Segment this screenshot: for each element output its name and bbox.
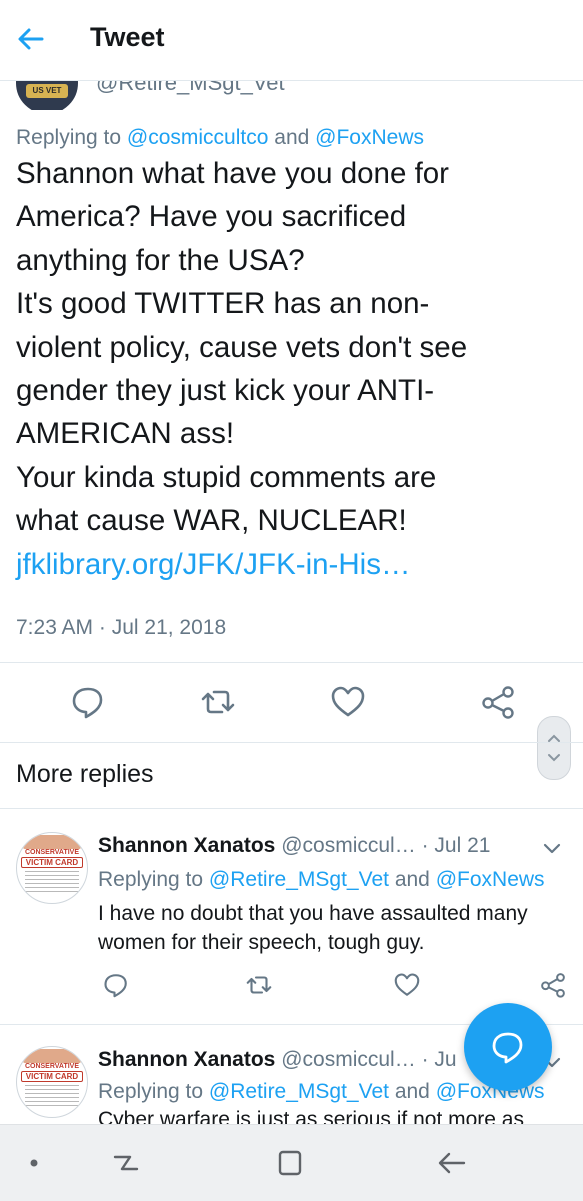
- more-replies-heading: More replies: [16, 760, 154, 788]
- mention-link[interactable]: @Retire_MSgt_Vet: [209, 868, 389, 891]
- replying-to-line: Replying to @cosmiccultco and @FoxNews: [16, 126, 424, 150]
- avatar-hand: [23, 835, 81, 849]
- tweet-text-line: what cause WAR, NUCLEAR!: [16, 504, 407, 538]
- avatar-text: CONSERVATIVE: [24, 1063, 80, 1070]
- reply-text-line: women for their speech, tough guy.: [98, 931, 425, 954]
- tweet-text-line: gender they just kick your ANTI-: [16, 374, 435, 408]
- reply-action-bar: [0, 970, 583, 1004]
- mention-link[interactable]: @FoxNews: [436, 868, 545, 891]
- tweet-author-row: US VET @Retire_MSgt_Vet: [0, 80, 583, 110]
- share-icon[interactable]: [538, 970, 568, 1000]
- replying-prefix: Replying to: [98, 1080, 204, 1103]
- speech-bubble-icon[interactable]: [101, 970, 131, 1000]
- replying-and: and: [274, 126, 310, 149]
- reply-header: Shannon Xanatos @cosmiccul… · Jul 21: [98, 834, 490, 858]
- avatar-hand: [23, 1049, 81, 1063]
- avatar-fine-print: [25, 1085, 79, 1107]
- top-app-bar: Tweet: [0, 0, 583, 81]
- author-handle[interactable]: @Retire_MSgt_Vet: [96, 80, 285, 96]
- chevron-down-icon[interactable]: [540, 836, 564, 860]
- reply-author-handle[interactable]: @cosmiccul…: [281, 1048, 416, 1071]
- heart-icon[interactable]: [328, 682, 368, 722]
- scroll-arrows-icon: [548, 734, 560, 762]
- tweet-text-line: Your kinda stupid comments are: [16, 460, 437, 494]
- tweet-text-line: Shannon what have you done for: [16, 157, 449, 190]
- tweet-text-line: violent policy, cause vets don't see: [16, 330, 468, 364]
- speech-bubble-icon[interactable]: [68, 682, 108, 722]
- tweet-text-line: AMERICAN ass!: [16, 417, 235, 451]
- avatar-fine-print: [25, 871, 79, 893]
- back-button-icon[interactable]: [434, 1145, 470, 1181]
- mention-link[interactable]: @FoxNews: [315, 126, 424, 149]
- tweet-text: Shannon what have you done for America? …: [16, 152, 571, 586]
- replying-prefix: Replying to: [98, 868, 204, 891]
- avatar-badge: US VET: [26, 84, 68, 98]
- recent-apps-icon[interactable]: [108, 1145, 144, 1181]
- compose-reply-button[interactable]: [464, 1003, 552, 1091]
- tweet-action-bar: [0, 682, 583, 726]
- mention-link[interactable]: @cosmiccultco: [127, 126, 269, 149]
- reply-date: · Jul 21: [421, 834, 491, 857]
- arrow-left-icon[interactable]: [14, 22, 48, 56]
- avatar[interactable]: CONSERVATIVE VICTIM CARD: [16, 832, 88, 904]
- page-title: Tweet: [90, 22, 165, 52]
- share-icon[interactable]: [478, 682, 518, 722]
- replying-to-line: Replying to @Retire_MSgt_Vet and @FoxNew…: [98, 1080, 545, 1104]
- mention-link[interactable]: @Retire_MSgt_Vet: [209, 1080, 389, 1103]
- tweet-text-line: anything for the USA?: [16, 243, 305, 277]
- tweet-text-line: It's good TWITTER has an non-: [16, 287, 430, 321]
- reply-tweet[interactable]: CONSERVATIVE VICTIM CARD Shannon Xanatos…: [0, 808, 583, 1024]
- reply-author-handle[interactable]: @cosmiccul…: [281, 834, 416, 857]
- replying-prefix: Replying to: [16, 126, 122, 149]
- avatar[interactable]: CONSERVATIVE VICTIM CARD: [16, 1046, 88, 1118]
- tweet-text-line: America? Have you sacrificed: [16, 200, 407, 234]
- home-button-icon[interactable]: [272, 1145, 308, 1181]
- reply-header: Shannon Xanatos @cosmiccul… · Ju: [98, 1048, 457, 1072]
- replying-and: and: [394, 868, 430, 891]
- avatar-text: VICTIM CARD: [21, 1071, 83, 1082]
- compose-reply-icon: [492, 1032, 523, 1064]
- divider: [0, 662, 583, 663]
- tweet-link[interactable]: jfklibrary.org/JFK/JFK-in-His…: [16, 543, 571, 586]
- reply-author-name[interactable]: Shannon Xanatos: [98, 834, 275, 857]
- replying-to-line: Replying to @Retire_MSgt_Vet and @FoxNew…: [98, 868, 545, 892]
- avatar-text: CONSERVATIVE: [24, 849, 80, 856]
- replying-and: and: [394, 1080, 430, 1103]
- dot-indicator-icon[interactable]: [16, 1145, 52, 1181]
- retweet-icon[interactable]: [244, 970, 274, 1000]
- avatar-text: VICTIM CARD: [21, 857, 83, 868]
- reply-text: I have no doubt that you have assaulted …: [98, 899, 568, 957]
- retweet-icon[interactable]: [198, 682, 238, 722]
- reply-text-line: I have no doubt that you have assaulted …: [98, 902, 528, 925]
- heart-icon[interactable]: [392, 970, 422, 1000]
- reply-author-name[interactable]: Shannon Xanatos: [98, 1048, 275, 1071]
- system-navigation-bar: [0, 1124, 583, 1201]
- scrollbar-thumb[interactable]: [537, 716, 571, 780]
- divider: [0, 742, 583, 743]
- tweet-timestamp[interactable]: 7:23 AM · Jul 21, 2018: [16, 616, 226, 640]
- avatar[interactable]: US VET: [14, 80, 80, 110]
- reply-date: · Ju: [421, 1048, 457, 1071]
